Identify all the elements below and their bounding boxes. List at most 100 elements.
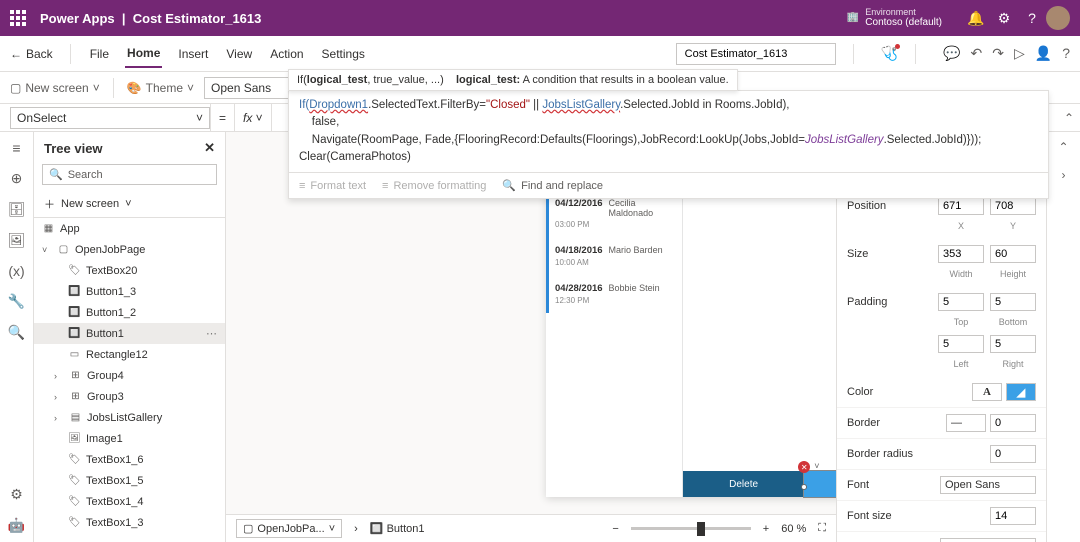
tree-item[interactable]: ›⊞Group3 [34, 386, 225, 407]
tree-item[interactable]: ›▤JobsListGallery [34, 407, 225, 428]
tree-item[interactable]: 🖼Image1 [34, 428, 225, 449]
list-item[interactable]: 04/18/2016Mario Barden10:00 AM [546, 237, 682, 275]
breadcrumb-screen[interactable]: ▢ OpenJobPa... ˅ [236, 519, 342, 538]
tab-home[interactable]: Home [125, 40, 162, 68]
font-size-input[interactable] [990, 507, 1036, 525]
theme-button[interactable]: 🎨 Theme ˅ [127, 81, 194, 95]
device-preview: 03/25/2016David Vaskovo12:30 PM 04/12/20… [546, 152, 836, 497]
media-icon[interactable]: 🖼 [8, 232, 26, 249]
tree-search[interactable]: 🔍 Search [42, 164, 217, 185]
tree-item[interactable]: ▭Rectangle12 [34, 344, 225, 365]
insert-icon[interactable]: ⊕ [11, 170, 23, 187]
tree-item[interactable]: ›⊞Group4 [34, 365, 225, 386]
font-select[interactable]: Open Sans [940, 476, 1036, 494]
remove-format-button: ≡ Remove formatting [382, 179, 486, 192]
right-rail: ⌃ › [1046, 132, 1080, 542]
back-button[interactable]: ← Back [10, 47, 53, 61]
chevron-down-icon[interactable]: ˅ [814, 461, 819, 471]
app-name-input[interactable] [676, 43, 836, 65]
tree-panel: Tree view✕ 🔍 Search ＋ New screen ˅ ▦App … [34, 132, 226, 542]
zoom-out-icon[interactable]: − [612, 523, 618, 535]
height-input[interactable] [990, 245, 1036, 263]
zoom-in-icon[interactable]: + [763, 523, 769, 535]
tab-action[interactable]: Action [268, 41, 305, 67]
tree-app-node[interactable]: ▦App [34, 218, 225, 239]
tree-item[interactable]: 🏷TextBox1_3 [34, 512, 225, 533]
width-input[interactable] [938, 245, 984, 263]
tree-item[interactable]: 🏷TextBox1_4 [34, 491, 225, 512]
tree-item[interactable]: 🏷TextBox1_5 [34, 470, 225, 491]
jobs-list: 03/25/2016David Vaskovo12:30 PM 04/12/20… [546, 152, 683, 497]
find-replace-button[interactable]: 🔍 Find and replace [502, 179, 603, 192]
variables-icon[interactable]: (x) [8, 263, 24, 279]
waffle-icon[interactable] [10, 10, 26, 26]
comments-icon[interactable]: 💬 [943, 45, 960, 62]
share-icon[interactable]: 👤 [1035, 45, 1052, 62]
canvas-footer: ▢ OpenJobPa... ˅ › 🔲 Button1 − + 60 % ⛶ [226, 514, 836, 542]
position-y-input[interactable] [990, 197, 1036, 215]
data-icon[interactable]: 🗄 [8, 201, 26, 218]
settings-icon[interactable]: ⚙ [990, 10, 1018, 27]
tab-file[interactable]: File [88, 41, 111, 67]
border-width-input[interactable] [990, 414, 1036, 432]
tree-item[interactable]: 🏷TextBox20 [34, 260, 225, 281]
undo-icon[interactable]: ↶ [971, 45, 983, 62]
list-item[interactable]: 04/28/2016Bobbie Stein12:30 PM [546, 275, 682, 313]
ribbon: ← Back File Home Insert View Action Sett… [0, 36, 1080, 72]
padding-left-input[interactable] [938, 335, 984, 353]
environment-picker[interactable]: 🏢 EnvironmentContoso (default) [847, 8, 942, 29]
settings-rail-icon[interactable]: ⚙ [10, 486, 23, 503]
tree-item[interactable]: 🔲Button1_3 [34, 281, 225, 302]
app-checker-icon[interactable]: 🩺 [881, 45, 898, 62]
tree-item[interactable]: 🔲Button1_2 [34, 302, 225, 323]
error-badge-icon[interactable]: ✕ [798, 461, 810, 473]
preview-icon[interactable]: ▷ [1014, 45, 1025, 62]
ribbon-help-icon[interactable]: ? [1062, 45, 1070, 62]
tree-screen-node[interactable]: ˅▢OpenJobPage [34, 239, 225, 260]
padding-right-input[interactable] [990, 335, 1036, 353]
text-color-chip[interactable]: A [972, 383, 1002, 401]
fill-color-chip[interactable]: ◢ [1006, 383, 1036, 401]
equals-icon: = [210, 104, 235, 131]
breadcrumb-control[interactable]: 🔲 Button1 [370, 522, 425, 535]
search-rail-icon[interactable]: 🔍 [8, 324, 25, 341]
position-x-input[interactable] [938, 197, 984, 215]
tree-item-more-icon[interactable]: ⋯ [206, 327, 217, 340]
properties-expand-icon[interactable]: › [1062, 168, 1066, 182]
tree-new-screen[interactable]: ＋ New screen ˅ [34, 191, 225, 218]
font-picker[interactable]: Open Sans [204, 77, 294, 99]
virtual-agent-icon[interactable]: 🤖 [8, 517, 25, 534]
app-header: Power Apps | Cost Estimator_1613 🏢 Envir… [0, 0, 1080, 36]
properties-collapse-icon[interactable]: ⌃ [1058, 140, 1068, 154]
header-title: Power Apps | Cost Estimator_1613 [40, 11, 261, 26]
zoom-slider[interactable] [631, 527, 751, 530]
help-icon[interactable]: ? [1018, 10, 1046, 26]
tab-insert[interactable]: Insert [176, 41, 210, 67]
begin-estimate-button[interactable]: Begin estimate ✕ ˅ [804, 471, 836, 497]
padding-bottom-input[interactable] [990, 293, 1036, 311]
format-text-button: ≡ Format text [299, 179, 366, 192]
environment-icon: 🏢 [847, 12, 859, 23]
new-screen-button[interactable]: ▢ New screen ˅ [10, 81, 100, 95]
padding-top-input[interactable] [938, 293, 984, 311]
tab-settings[interactable]: Settings [320, 41, 367, 67]
formula-expand-up-icon[interactable]: ⌃ [1058, 111, 1080, 125]
avatar[interactable] [1046, 6, 1070, 30]
fit-screen-icon[interactable]: ⛶ [818, 522, 826, 535]
left-rail: ≡ ⊕ 🗄 🖼 (x) 🔧 🔍 ⚙ 🤖 [0, 132, 34, 542]
font-weight-select[interactable]: B Semibold [940, 538, 1036, 542]
redo-icon[interactable]: ↷ [992, 45, 1004, 62]
property-select[interactable]: OnSelect˅ [10, 107, 210, 129]
delete-button[interactable]: Delete [683, 471, 804, 497]
tree-view-icon[interactable]: ≡ [12, 140, 20, 156]
tree-close-icon[interactable]: ✕ [204, 140, 215, 156]
notifications-icon[interactable]: 🔔 [962, 10, 990, 27]
formula-editor[interactable]: If(Dropdown1.SelectedText.FilterBy="Clos… [288, 90, 1049, 199]
tree-item[interactable]: 🏷TextBox1_6 [34, 449, 225, 470]
border-radius-input[interactable] [990, 445, 1036, 463]
tree-item-selected[interactable]: 🔲Button1⋯ [34, 323, 225, 344]
tab-view[interactable]: View [224, 41, 254, 67]
border-style-select[interactable]: — [946, 414, 986, 432]
fx-icon[interactable]: fx ˅ [235, 104, 272, 131]
advanced-tools-icon[interactable]: 🔧 [8, 293, 25, 310]
